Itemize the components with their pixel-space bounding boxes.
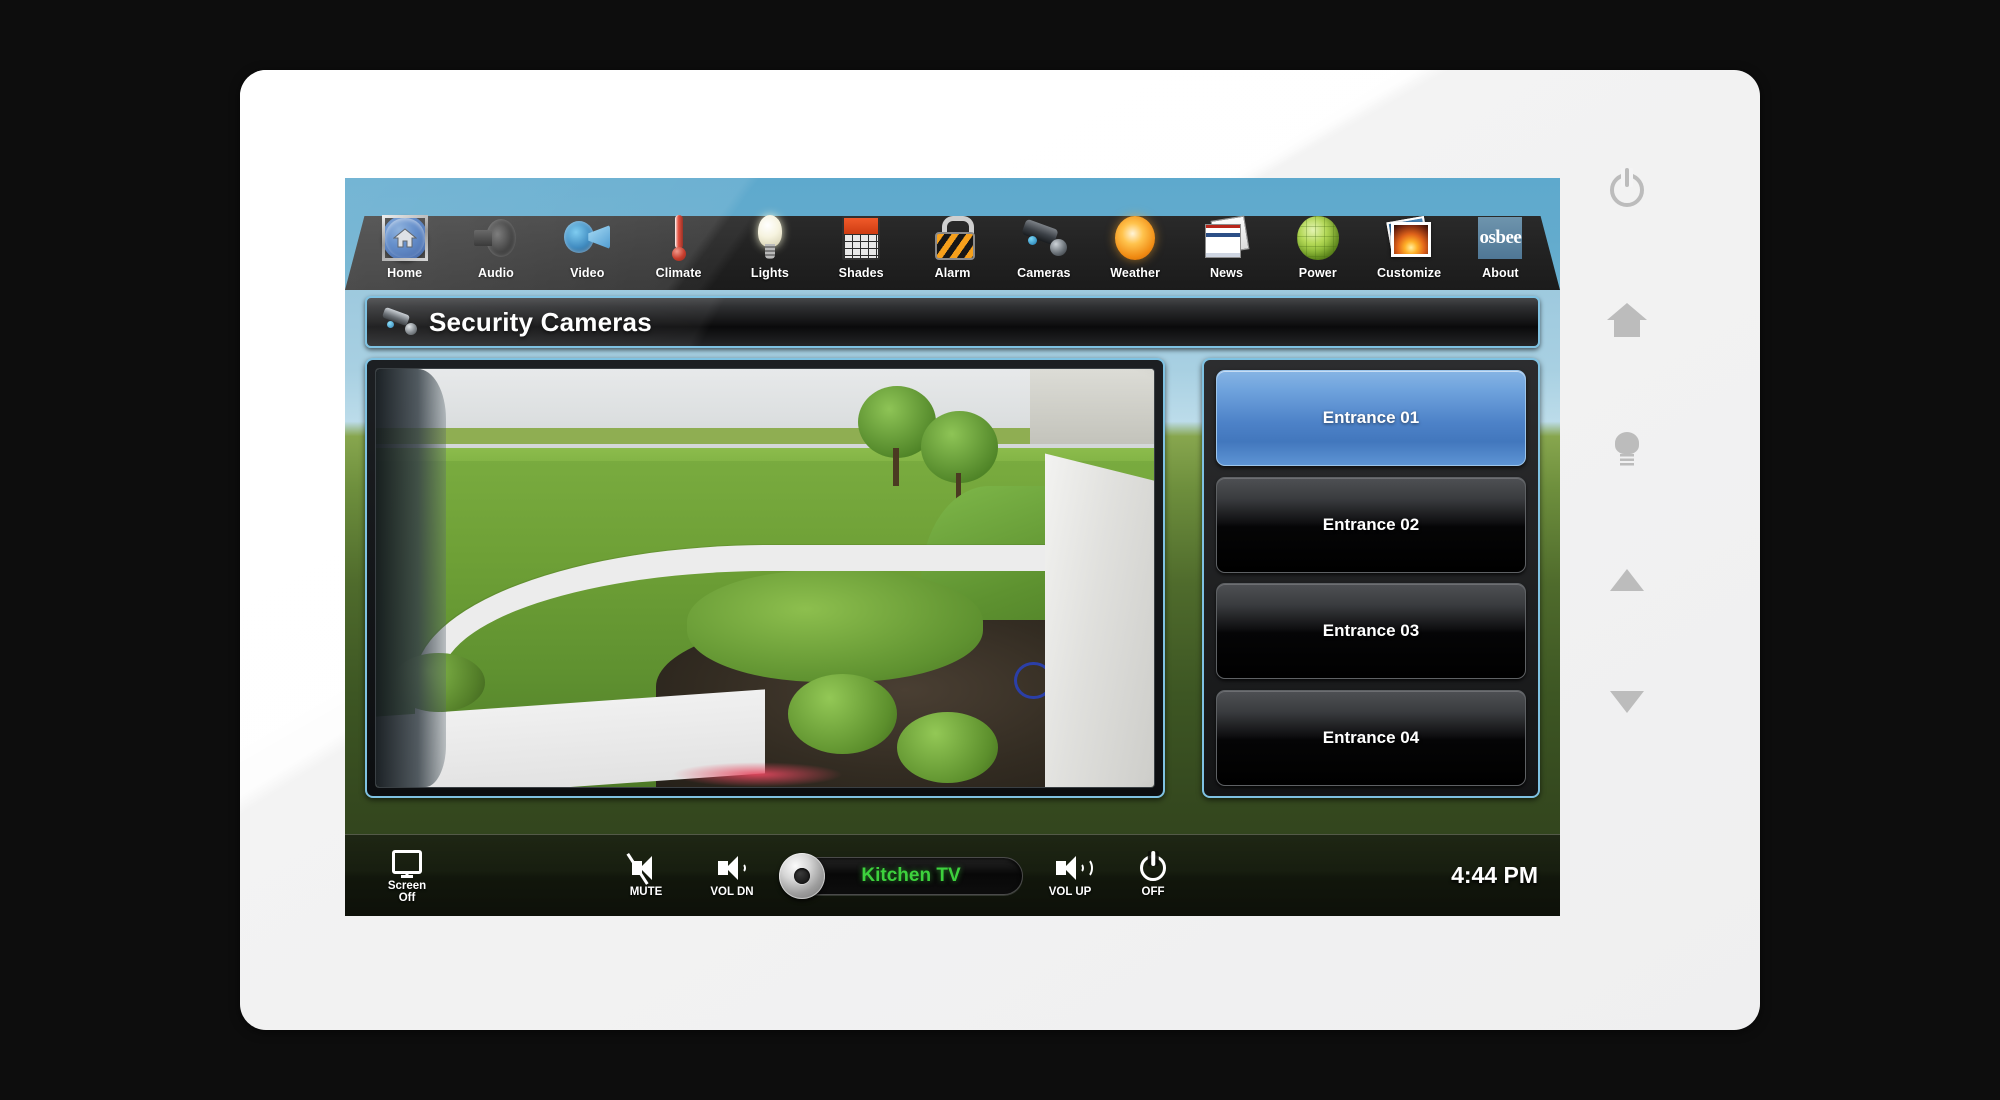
nav-label: Lights	[750, 266, 789, 280]
nav-label: Audio	[478, 266, 514, 280]
touch-panel-device: Home Audio Video Climate Lights Shades A…	[240, 70, 1760, 1030]
slider-knob[interactable]	[779, 852, 825, 899]
content-area: Security Cameras Entrance 01 Entrance 02…	[345, 290, 1560, 916]
volume-up-button[interactable]: VOL UP	[1027, 853, 1113, 899]
page-title-bar: Security Cameras	[365, 296, 1540, 348]
nav-item-power[interactable]: Power	[1272, 212, 1363, 286]
nav-item-weather[interactable]: Weather	[1090, 212, 1181, 286]
source-label: Kitchen TV	[861, 864, 961, 886]
home-icon	[379, 212, 431, 264]
speaker-low-icon	[718, 853, 746, 883]
hardware-lights-button[interactable]	[1595, 418, 1659, 482]
camera-button-label: Entrance 01	[1322, 408, 1420, 427]
padlock-icon	[927, 212, 979, 264]
camera-button-label: Entrance 04	[1322, 727, 1420, 747]
nav-item-about[interactable]: osbee About	[1455, 212, 1546, 286]
main-navigation-bar: Home Audio Video Climate Lights Shades A…	[345, 178, 1560, 290]
camera-button-label: Entrance 02	[1322, 514, 1420, 534]
camera-button-entrance-04[interactable]: Entrance 04	[1216, 689, 1526, 786]
nav-label: Customize	[1377, 266, 1442, 280]
lightbulb-icon	[1613, 432, 1641, 468]
nav-item-video[interactable]: Video	[542, 212, 633, 286]
nav-label: Climate	[655, 266, 702, 280]
off-label: OFF	[1141, 885, 1165, 898]
camera-scene-image	[376, 369, 1154, 787]
power-icon	[1610, 173, 1644, 207]
speaker-high-icon	[1056, 853, 1094, 883]
volume-down-label: VOL DN	[710, 885, 754, 898]
monitor-icon	[392, 847, 422, 877]
hardware-volume-up-button[interactable]	[1595, 548, 1659, 612]
nav-item-alarm[interactable]: Alarm	[907, 212, 998, 286]
clock: 4:44 PM	[1451, 862, 1538, 888]
off-button[interactable]: OFF	[1113, 853, 1193, 899]
hardware-home-button[interactable]	[1595, 288, 1659, 352]
window-shade-icon	[835, 212, 887, 264]
triangle-up-icon	[1610, 569, 1644, 591]
nav-item-home[interactable]: Home	[359, 212, 450, 286]
osbee-logo-icon: osbee	[1474, 212, 1526, 264]
speaker-muted-icon	[626, 852, 660, 885]
volume-up-label: VOL UP	[1048, 885, 1092, 898]
camera-button-label: Entrance 03	[1322, 621, 1420, 641]
camera-video-panel[interactable]	[365, 358, 1165, 798]
touchscreen[interactable]: Home Audio Video Climate Lights Shades A…	[345, 178, 1560, 916]
camera-button-entrance-01[interactable]: Entrance 01	[1216, 370, 1526, 466]
osbee-logo-text: osbee	[1478, 217, 1523, 259]
mute-label: MUTE	[629, 885, 663, 898]
bottom-control-bar: Screen Off MUTE VOL DN Kitchen TV VOL UP…	[345, 834, 1560, 916]
page-title: Security Cameras	[429, 306, 652, 337]
security-camera-icon	[1018, 212, 1070, 264]
hardware-volume-down-button[interactable]	[1595, 670, 1659, 734]
nav-item-shades[interactable]: Shades	[816, 212, 907, 286]
nav-label: Power	[1298, 266, 1337, 280]
nav-item-customize[interactable]: Customize	[1363, 212, 1454, 286]
nav-items: Home Audio Video Climate Lights Shades A…	[345, 178, 1560, 290]
nav-item-lights[interactable]: Lights	[724, 212, 815, 286]
nav-label: Weather	[1110, 266, 1161, 280]
nav-item-news[interactable]: News	[1181, 212, 1272, 286]
newspaper-icon	[1200, 212, 1252, 264]
nav-label: Alarm	[934, 266, 971, 280]
power-icon	[1140, 853, 1167, 883]
source-slider-track[interactable]: Kitchen TV	[799, 856, 1024, 895]
mute-button[interactable]: MUTE	[603, 852, 689, 899]
photos-icon	[1383, 212, 1435, 264]
nav-item-climate[interactable]: Climate	[633, 212, 724, 286]
nav-item-cameras[interactable]: Cameras	[998, 212, 1089, 286]
nav-label: Cameras	[1017, 266, 1071, 280]
nav-item-audio[interactable]: Audio	[450, 212, 541, 286]
camera-video-feed[interactable]	[375, 368, 1155, 788]
nav-label: Shades	[838, 266, 884, 280]
nav-label: Home	[387, 266, 423, 280]
speaker-icon	[470, 212, 522, 264]
camera-button-entrance-03[interactable]: Entrance 03	[1216, 583, 1526, 680]
nav-label: News	[1209, 266, 1243, 280]
thermometer-icon	[653, 212, 705, 264]
green-globe-icon	[1292, 212, 1344, 264]
nav-label: About	[1482, 266, 1519, 280]
volume-down-button[interactable]: VOL DN	[689, 853, 775, 899]
sun-icon	[1109, 212, 1161, 264]
film-reel-icon	[561, 212, 613, 264]
security-camera-icon	[383, 309, 417, 335]
screen-off-label-line1: Screen	[387, 879, 427, 892]
screen-off-button[interactable]: Screen Off	[361, 847, 453, 905]
camera-button-entrance-02[interactable]: Entrance 02	[1216, 476, 1526, 573]
home-icon	[1607, 303, 1647, 337]
source-slider[interactable]: Kitchen TV	[779, 852, 1024, 899]
hardware-power-button[interactable]	[1595, 158, 1659, 222]
screen-off-label-line2: Off	[398, 892, 416, 904]
home-glyph	[392, 228, 417, 248]
triangle-down-icon	[1610, 691, 1644, 713]
camera-selector-list: Entrance 01 Entrance 02 Entrance 03 Entr…	[1202, 358, 1540, 798]
nav-label: Video	[570, 266, 605, 280]
lightbulb-icon	[744, 212, 796, 264]
